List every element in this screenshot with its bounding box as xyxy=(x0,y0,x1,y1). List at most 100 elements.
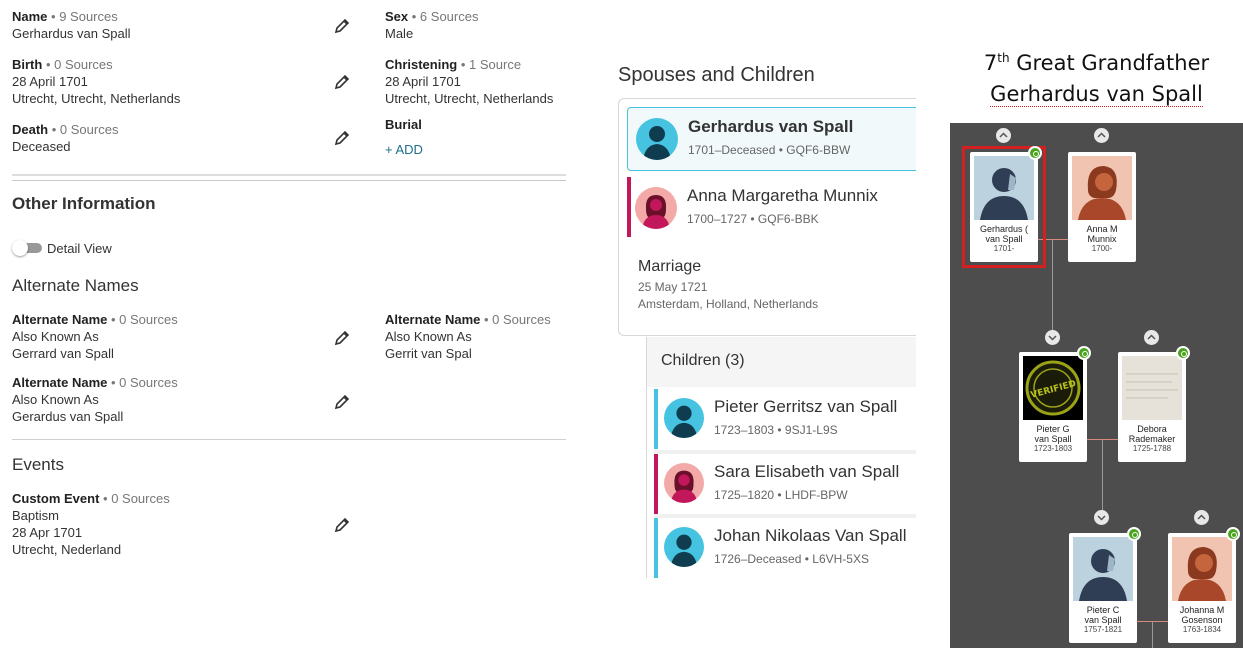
child-meta: 1726–Deceased • L6VH-5XS xyxy=(714,552,869,566)
card-name-line2: van Spall xyxy=(985,234,1023,244)
tree-card[interactable]: Gerhardus ( van Spall 1701- xyxy=(970,152,1038,262)
fact-date: 28 April 1701 xyxy=(12,74,88,89)
fact-sources[interactable]: • 0 Sources xyxy=(46,57,113,72)
female-portrait-icon xyxy=(1072,156,1132,220)
fact-value: Male xyxy=(385,26,414,41)
fact-place: Utrecht, Utrecht, Netherlands xyxy=(385,91,554,106)
male-avatar-icon xyxy=(636,118,678,160)
name-type: Also Known As xyxy=(12,329,99,344)
tree-card[interactable]: Johanna M Gosenson 1763-1834 xyxy=(1168,533,1236,643)
card-dates: 1723-1803 xyxy=(1033,444,1073,453)
fact-label: Sex xyxy=(385,9,409,24)
tree-card[interactable]: Anna M Munnix 1700- xyxy=(1068,152,1136,262)
husband-name[interactable]: Gerhardus van Spall xyxy=(688,117,853,137)
fact-value: Deceased xyxy=(12,139,71,154)
card-name-line2: van Spall xyxy=(1034,434,1072,444)
fact-date: 28 April 1701 xyxy=(385,74,461,89)
male-portrait-icon xyxy=(1073,537,1133,601)
male-avatar-icon xyxy=(664,398,704,438)
card-dates: 1763-1834 xyxy=(1182,625,1222,634)
wife-name[interactable]: Anna Margaretha Munnix xyxy=(687,186,878,206)
edit-pencil-icon[interactable] xyxy=(333,73,351,91)
divider xyxy=(12,439,566,440)
divider xyxy=(12,180,566,181)
child-row[interactable]: Sara Elisabeth van Spall 1725–1820 • LHD… xyxy=(654,454,916,514)
child-meta: 1723–1803 • 9SJ1-L9S xyxy=(714,423,838,437)
expand-down-icon[interactable] xyxy=(1045,330,1060,345)
record-hint-icon[interactable] xyxy=(1226,527,1240,541)
fact-place: Utrecht, Utrecht, Netherlands xyxy=(12,91,181,106)
fact-value: Gerhardus van Spall xyxy=(12,26,131,41)
detail-view-toggle[interactable] xyxy=(12,240,42,256)
card-name-line2: van Spall xyxy=(1084,615,1122,625)
wife-meta: 1700–1727 • GQF6-BBK xyxy=(687,212,819,226)
record-hint-icon[interactable] xyxy=(1176,346,1190,360)
card-dates: 1757-1821 xyxy=(1083,625,1123,634)
edit-pencil-icon[interactable] xyxy=(333,17,351,35)
expand-up-icon[interactable] xyxy=(1144,330,1159,345)
record-hint-icon[interactable] xyxy=(1127,527,1141,541)
marriage-label: Marriage xyxy=(638,258,702,275)
expand-up-icon[interactable] xyxy=(1094,128,1109,143)
alternate-names-title: Alternate Names xyxy=(12,276,139,295)
husband-row[interactable]: Gerhardus van Spall 1701–Deceased • GQF6… xyxy=(627,107,916,171)
child-meta: 1725–1820 • LHDF-BPW xyxy=(714,488,848,502)
card-dates: 1700- xyxy=(1091,244,1113,253)
edit-pencil-icon[interactable] xyxy=(333,393,351,411)
add-burial-link[interactable]: + ADD xyxy=(385,142,585,157)
male-portrait-icon xyxy=(974,156,1034,220)
record-hint-icon[interactable] xyxy=(1077,346,1091,360)
fact-sources[interactable]: • 1 Source xyxy=(461,57,521,72)
fact-label: Custom Event xyxy=(12,491,100,506)
child-row[interactable]: Pieter Gerritsz van Spall 1723–1803 • 9S… xyxy=(654,389,916,449)
child-name[interactable]: Johan Nikolaas Van Spall xyxy=(714,526,906,546)
other-information-title: Other Information xyxy=(12,194,156,213)
fact-value: Gerardus van Spall xyxy=(12,409,124,424)
marriage-place: Amsterdam, Holland, Netherlands xyxy=(638,297,819,311)
name-type: Also Known As xyxy=(12,392,99,407)
tree-card[interactable]: Debora Rademaker 1725-1788 xyxy=(1118,352,1186,462)
wife-row[interactable]: Anna Margaretha Munnix 1700–1727 • GQF6-… xyxy=(627,177,916,241)
fact-label: Alternate Name xyxy=(385,312,481,327)
edit-pencil-icon[interactable] xyxy=(333,129,351,147)
card-name-line1: Pieter C xyxy=(1086,605,1120,615)
edit-pencil-icon[interactable] xyxy=(333,329,351,347)
fact-value: Gerrit van Spal xyxy=(385,346,472,361)
fact-label: Death xyxy=(12,122,49,137)
tree-title-line1: 7th Great Grandfather xyxy=(983,51,1210,75)
children-title: Children (3) xyxy=(661,352,745,369)
child-row[interactable]: Johan Nikolaas Van Spall 1726–Deceased •… xyxy=(654,518,916,578)
fact-sources[interactable]: • 0 Sources xyxy=(111,375,178,390)
expand-down-icon[interactable] xyxy=(1094,510,1109,525)
detail-view-label: Detail View xyxy=(47,241,112,256)
fact-sources[interactable]: • 0 Sources xyxy=(52,122,119,137)
tree-card[interactable]: Pieter C van Spall 1757-1821 xyxy=(1069,533,1137,643)
fact-name: Name • 9 Sources Gerhardus van Spall xyxy=(12,9,312,42)
edit-pencil-icon[interactable] xyxy=(333,516,351,534)
male-avatar-icon xyxy=(664,527,704,567)
card-name-line2: Munnix xyxy=(1087,234,1117,244)
fact-sources[interactable]: • 0 Sources xyxy=(103,491,170,506)
tree-title-line2: Gerhardus van Spall xyxy=(990,82,1203,107)
card-name-line1: Debora xyxy=(1137,424,1167,434)
card-name-line1: Anna M xyxy=(1086,224,1118,234)
card-name-line1: Johanna M xyxy=(1179,605,1225,615)
fact-sources[interactable]: • 6 Sources xyxy=(412,9,479,24)
card-name-line1: Pieter G xyxy=(1036,424,1070,434)
fact-sources[interactable]: • 0 Sources xyxy=(111,312,178,327)
fact-label: Christening xyxy=(385,57,458,72)
child-name[interactable]: Pieter Gerritsz van Spall xyxy=(714,397,897,417)
expand-up-icon[interactable] xyxy=(1194,510,1209,525)
fact-birth: Birth • 0 Sources 28 April 1701 Utrecht,… xyxy=(12,57,312,107)
record-hint-icon[interactable] xyxy=(1028,146,1042,160)
fact-sources[interactable]: • 9 Sources xyxy=(51,9,118,24)
child-name[interactable]: Sara Elisabeth van Spall xyxy=(714,462,899,482)
alternate-name-item: Alternate Name • 0 Sources Also Known As… xyxy=(12,375,312,425)
fact-label: Birth xyxy=(12,57,43,72)
fact-sources[interactable]: • 0 Sources xyxy=(484,312,551,327)
name-type: Also Known As xyxy=(385,329,472,344)
tree-card[interactable]: VERIFIED Pieter G van Spall 1723-1803 xyxy=(1019,352,1087,462)
card-name-line2: Gosenson xyxy=(1181,615,1223,625)
female-avatar-icon xyxy=(635,187,677,229)
expand-up-icon[interactable] xyxy=(996,128,1011,143)
